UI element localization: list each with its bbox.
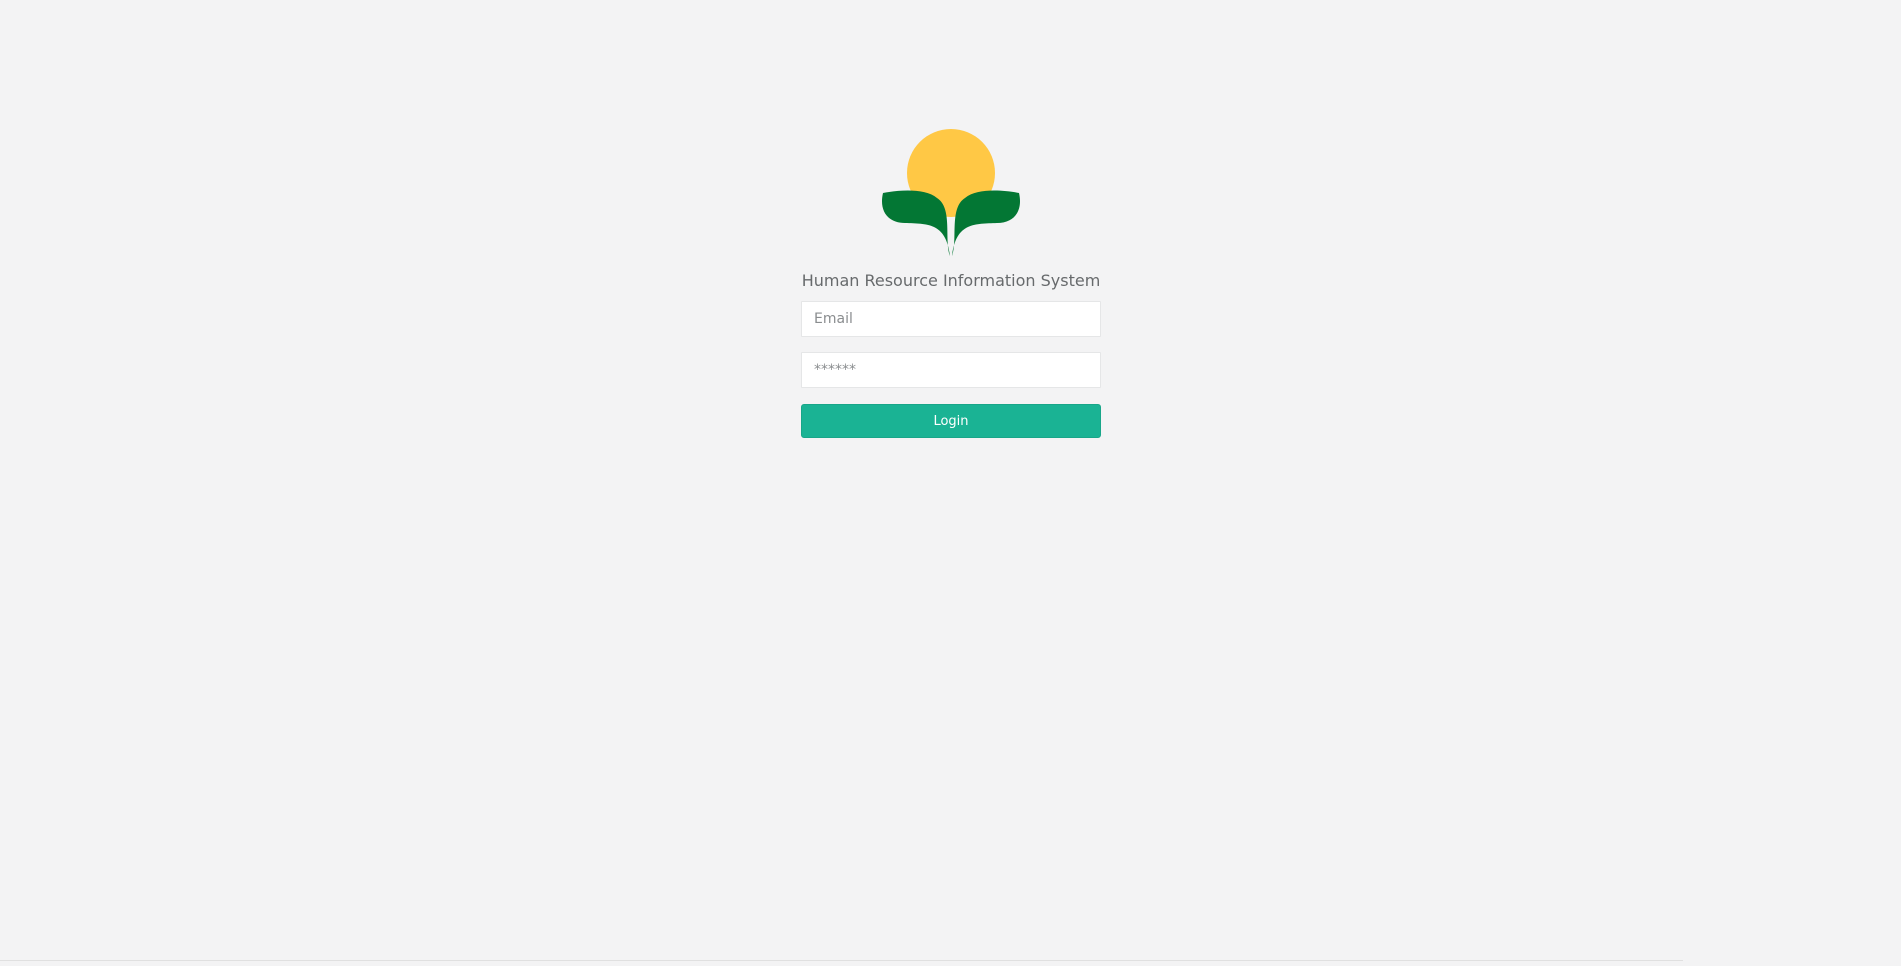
login-button[interactable]: Login [801, 404, 1101, 438]
logo-left-leaf [881, 190, 950, 256]
password-field[interactable] [801, 352, 1101, 388]
logo-right-leaf [952, 190, 1021, 256]
bottom-divider [0, 960, 1683, 961]
email-field[interactable] [801, 301, 1101, 337]
login-page: Human Resource Information System Login [0, 0, 1901, 966]
login-box: Human Resource Information System Login [801, 128, 1101, 438]
sprout-sun-logo [881, 129, 1021, 256]
page-title: Human Resource Information System [801, 271, 1101, 290]
